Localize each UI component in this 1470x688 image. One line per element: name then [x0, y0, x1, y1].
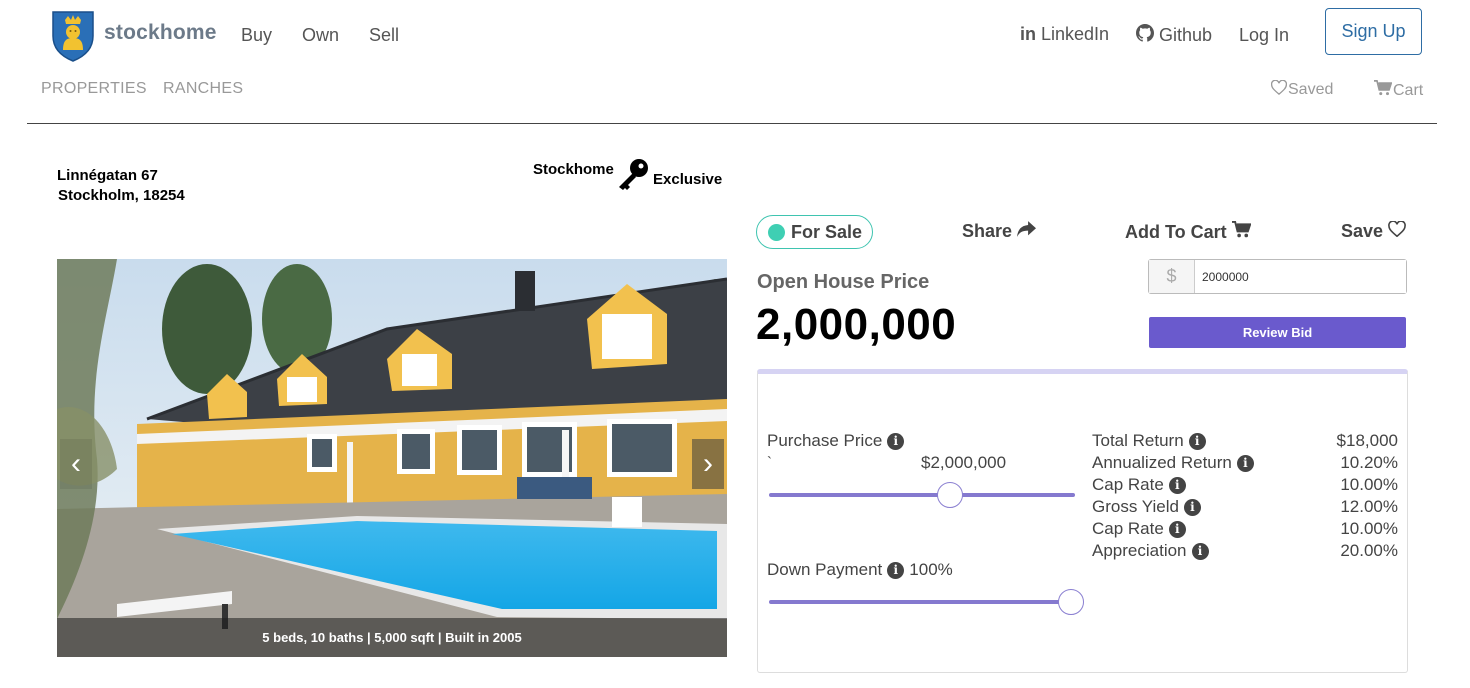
add-to-cart-button[interactable]: Add To Cart [1125, 221, 1252, 243]
save-button[interactable]: Save [1341, 220, 1406, 242]
save-label: Save [1341, 221, 1384, 241]
tick-mark: ` [767, 454, 772, 471]
down-payment-slider-thumb[interactable] [1058, 589, 1084, 615]
open-house-price-label: Open House Price [757, 271, 930, 293]
info-icon[interactable]: i [1168, 476, 1186, 494]
purchase-price-label: Purchase Price i [767, 431, 905, 451]
down-payment-text: Down Payment [767, 560, 883, 579]
add-to-cart-label: Add To Cart [1125, 221, 1227, 242]
chevron-left-icon: ‹ [71, 447, 81, 480]
down-payment-slider-track[interactable] [769, 600, 1075, 604]
review-bid-button[interactable]: Review Bid [1149, 317, 1406, 348]
key-icon [617, 158, 651, 195]
return-label: Annualized Return i [1092, 453, 1254, 473]
nav-sell[interactable]: Sell [369, 25, 399, 46]
github-label: Github [1159, 25, 1213, 45]
share-label: Share [962, 221, 1013, 241]
saved-label: Saved [1288, 81, 1334, 98]
cart-icon [1231, 221, 1252, 243]
status-label: For Sale [791, 221, 863, 242]
share-button[interactable]: Share [962, 221, 1037, 242]
photo-caption: 5 beds, 10 baths | 5,000 sqft | Built in… [57, 618, 727, 657]
address-line-2: Stockholm, 18254 [58, 187, 185, 204]
property-photo-carousel[interactable]: ‹ › 5 beds, 10 baths | 5,000 sqft | Buil… [57, 259, 727, 657]
dollar-prefix: $ [1149, 260, 1195, 293]
status-badge: For Sale [756, 215, 873, 249]
info-icon[interactable]: i [1236, 454, 1254, 472]
share-icon [1017, 221, 1037, 242]
return-label: Appreciation i [1092, 541, 1209, 561]
return-row: Annualized Return i 10.20% [1092, 453, 1398, 475]
brand-logo-icon[interactable] [51, 10, 95, 62]
login-link[interactable]: Log In [1239, 25, 1289, 46]
purchase-price-slider-track[interactable] [769, 493, 1075, 497]
return-value: 10.20% [1340, 453, 1398, 472]
return-label-text: Total Return [1092, 431, 1184, 450]
info-icon[interactable]: i [1168, 520, 1186, 538]
info-icon[interactable]: i [887, 561, 905, 579]
open-house-price-value: 2,000,000 [756, 300, 957, 349]
return-label-text: Gross Yield [1092, 497, 1179, 516]
linkedin-link[interactable]: in LinkedIn [1020, 24, 1109, 45]
return-label-text: Cap Rate [1092, 475, 1164, 494]
exclusive-word-1: Stockhome [533, 161, 614, 178]
return-label-text: Appreciation [1092, 541, 1187, 560]
return-row: Total Return i $18,000 [1092, 431, 1398, 453]
info-icon[interactable]: i [887, 432, 905, 450]
return-label: Cap Rate i [1092, 519, 1186, 539]
return-label: Cap Rate i [1092, 475, 1186, 495]
chevron-right-icon: › [703, 447, 713, 480]
return-row: Cap Rate i 10.00% [1092, 519, 1398, 541]
nav-buy[interactable]: Buy [241, 25, 272, 46]
purchase-price-value: $2,000,000 [921, 453, 1007, 472]
return-value: 10.00% [1340, 519, 1398, 538]
return-row: Gross Yield i 12.00% [1092, 497, 1398, 519]
linkedin-icon: in [1020, 24, 1036, 44]
heart-icon [1388, 220, 1406, 242]
return-value: 12.00% [1340, 497, 1398, 516]
cart-link[interactable]: Cart [1374, 80, 1423, 101]
bid-input-group: $ [1148, 259, 1407, 294]
down-payment-label: Down Payment i 100% [767, 560, 953, 580]
purchase-price-text: Purchase Price [767, 431, 883, 450]
heart-icon [1270, 79, 1288, 100]
info-icon[interactable]: i [1183, 498, 1201, 516]
exclusive-badge: Stockhome Exclusive [533, 158, 733, 198]
cart-label: Cart [1393, 81, 1424, 99]
return-value: 20.00% [1340, 541, 1398, 560]
subnav-properties[interactable]: PROPERTIES [41, 80, 147, 98]
down-payment-value: 100% [909, 560, 953, 579]
purchase-price-slider-thumb[interactable] [936, 482, 963, 508]
investment-calculator: Purchase Price i ` $2,000,000 Down Payme… [757, 369, 1408, 673]
return-row: Cap Rate i 10.00% [1092, 475, 1398, 497]
saved-link[interactable]: Saved [1270, 79, 1334, 100]
info-icon[interactable]: i [1188, 432, 1206, 450]
carousel-prev-button[interactable]: ‹ [60, 439, 92, 489]
return-label-text: Annualized Return [1092, 453, 1232, 472]
header-divider [27, 123, 1437, 124]
exclusive-word-2: Exclusive [653, 171, 723, 188]
return-value: $18,000 [1336, 431, 1398, 450]
subnav-ranches[interactable]: RANCHES [163, 80, 243, 98]
carousel-next-button[interactable]: › [692, 439, 724, 489]
return-row: Appreciation i 20.00% [1092, 541, 1398, 563]
nav-own[interactable]: Own [302, 25, 339, 46]
return-label-text: Cap Rate [1092, 519, 1164, 538]
github-icon [1136, 24, 1155, 47]
return-label: Total Return i [1092, 431, 1206, 451]
address-line-1: Linnégatan 67 [57, 167, 158, 184]
cart-icon [1374, 80, 1393, 101]
listing-address: Linnégatan 67 Stockholm, 18254 [57, 166, 185, 206]
return-label: Gross Yield i [1092, 497, 1201, 517]
status-dot-icon [768, 223, 785, 241]
property-photo [57, 259, 727, 657]
info-icon[interactable]: i [1191, 542, 1209, 560]
github-link[interactable]: Github [1136, 24, 1212, 47]
brand-name[interactable]: stockhome [104, 21, 217, 45]
bid-amount-input[interactable] [1195, 260, 1406, 293]
return-value: 10.00% [1340, 475, 1398, 494]
signup-button[interactable]: Sign Up [1325, 8, 1422, 55]
linkedin-label: LinkedIn [1041, 24, 1110, 44]
